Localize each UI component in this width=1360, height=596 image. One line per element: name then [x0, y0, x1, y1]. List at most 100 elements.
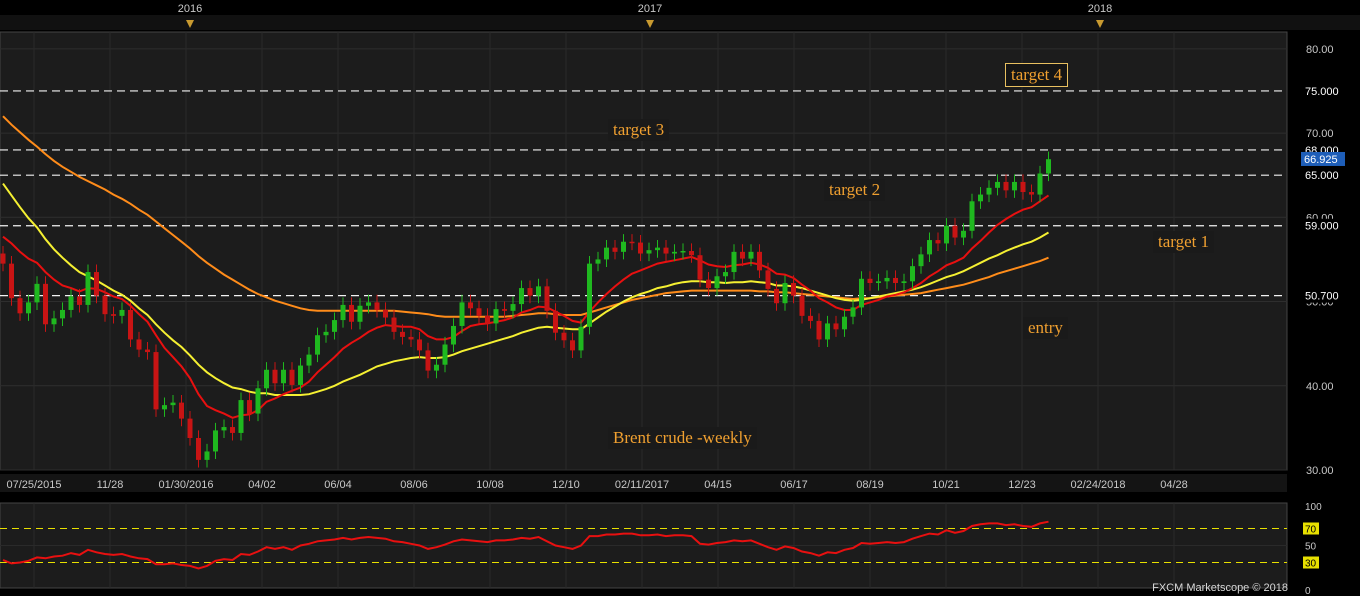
- candle-body: [281, 369, 286, 384]
- x-tick-label: 06/04: [324, 479, 352, 491]
- x-tick-label: 12/10: [552, 479, 580, 491]
- x-tick-label: 07/25/2015: [6, 479, 61, 491]
- candle-body: [561, 332, 567, 341]
- level-label: 59.000: [1305, 221, 1339, 233]
- candle-body: [714, 276, 720, 289]
- candle-body: [876, 281, 881, 284]
- candle-body: [723, 272, 728, 277]
- level-label: 50.700: [1305, 291, 1339, 303]
- chart-title: Brent crude -weekly: [608, 427, 757, 449]
- candle-body: [1012, 181, 1017, 191]
- year-label: 2016: [178, 3, 202, 15]
- candle-body: [774, 288, 779, 304]
- candle-body: [230, 427, 235, 433]
- candle-body: [859, 278, 864, 308]
- year-label: 2017: [638, 3, 662, 15]
- candle-body: [884, 277, 890, 282]
- candle-body: [408, 336, 414, 340]
- candle-body: [196, 437, 201, 460]
- candle-body: [893, 277, 898, 284]
- annotation-target-1: target 1: [1153, 231, 1215, 253]
- candle-body: [451, 325, 456, 345]
- x-tick-label: 12/23: [1008, 479, 1036, 491]
- level-label: 75.000: [1305, 86, 1339, 98]
- candle-body: [825, 323, 830, 340]
- candle-body: [952, 225, 958, 238]
- candle-body: [731, 251, 737, 273]
- candle-body: [1003, 181, 1009, 191]
- candle-body: [289, 369, 295, 385]
- rsi-top-label: 100: [1305, 502, 1322, 513]
- candle-body: [638, 242, 643, 254]
- candle-body: [833, 323, 839, 330]
- candle-body: [757, 251, 762, 271]
- candle-body: [264, 369, 269, 389]
- candle-body: [510, 304, 516, 311]
- candle-body: [1046, 159, 1051, 174]
- candle-body: [298, 365, 303, 385]
- y-tick-label: 40.00: [1306, 381, 1334, 393]
- annotation-entry: entry: [1023, 317, 1068, 339]
- candle-body: [842, 316, 847, 330]
- candle-body: [434, 364, 439, 371]
- candle-body: [238, 400, 244, 433]
- x-tick-label: 06/17: [780, 479, 808, 491]
- candle-body: [0, 253, 6, 264]
- year-ruler: [0, 15, 1360, 30]
- candle-body: [323, 331, 329, 336]
- candle-body: [961, 230, 966, 238]
- candle-body: [969, 201, 975, 231]
- candle-body: [570, 340, 575, 351]
- candle-body: [765, 270, 771, 289]
- x-tick-label: 11/28: [97, 479, 124, 491]
- year-label: 2018: [1088, 3, 1112, 15]
- candle-body: [400, 331, 405, 337]
- candle-body: [391, 317, 397, 332]
- candle-body: [468, 302, 473, 309]
- candle-body: [374, 302, 380, 310]
- candle-body: [255, 388, 261, 414]
- candle-body: [740, 251, 745, 259]
- candle-body: [799, 295, 805, 316]
- candle-body: [578, 326, 584, 351]
- candle-body: [349, 304, 354, 322]
- candle-body: [77, 296, 82, 305]
- candle-body: [51, 318, 57, 325]
- candle-body: [102, 295, 108, 315]
- candle-body: [808, 315, 813, 321]
- candle-body: [111, 314, 116, 316]
- candle-body: [944, 225, 949, 244]
- candle-body: [816, 320, 822, 340]
- candle-body: [689, 251, 694, 256]
- candle-body: [927, 240, 932, 255]
- candle-body: [1020, 181, 1026, 193]
- candle-body: [1037, 173, 1043, 195]
- candle-body: [417, 339, 422, 351]
- y-tick-label: 30.00: [1306, 465, 1334, 477]
- candle-body: [595, 259, 601, 264]
- current-price-label: 66.925: [1304, 154, 1338, 166]
- rsi-level-label: 30: [1305, 559, 1317, 570]
- candle-body: [519, 288, 524, 305]
- candle-body: [476, 308, 482, 316]
- candle-body: [782, 283, 788, 304]
- y-tick-label: 80.00: [1306, 44, 1334, 56]
- candle-body: [34, 283, 40, 303]
- x-tick-label: 04/15: [704, 479, 732, 491]
- candle-body: [213, 430, 218, 452]
- footer-credit: FXCM Marketscope © 2018: [1152, 582, 1288, 594]
- candle-body: [26, 302, 31, 314]
- candle-body: [187, 418, 193, 438]
- candle-body: [527, 288, 533, 296]
- candle-body: [935, 240, 941, 244]
- candle-body: [918, 254, 924, 267]
- x-tick-label: 04/28: [1160, 479, 1188, 491]
- candle-body: [1029, 192, 1034, 195]
- candle-body: [306, 354, 312, 366]
- x-tick-label: 04/02: [248, 479, 276, 491]
- candle-body: [221, 427, 227, 431]
- candle-body: [655, 247, 660, 251]
- candle-body: [612, 247, 618, 252]
- candle-body: [604, 247, 609, 260]
- candle-body: [85, 272, 91, 305]
